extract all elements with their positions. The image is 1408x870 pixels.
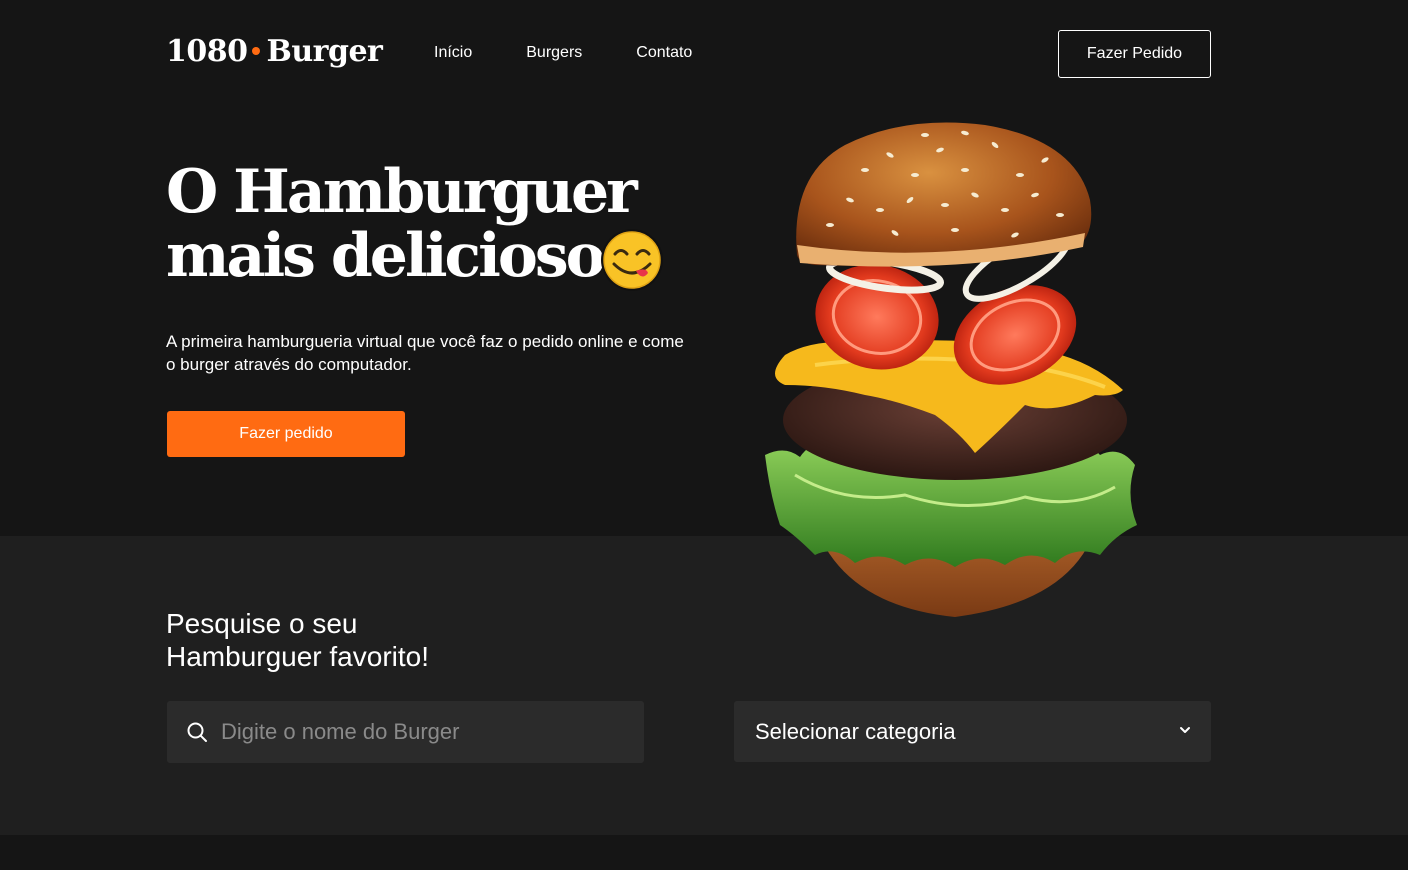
hero-order-button[interactable]: Fazer pedido — [167, 411, 405, 457]
search-section — [0, 536, 1408, 835]
hero-title-line1: O Hamburguer — [166, 157, 638, 227]
nav-burgers[interactable]: Burgers — [526, 44, 582, 62]
search-title-line1: Pesquise o seu — [166, 608, 358, 639]
logo-dot — [251, 47, 260, 55]
site-header: 1080 Burger Início Burgers Contato Fazer… — [0, 0, 1408, 108]
hero-subtitle: A primeira hamburgueria virtual que você… — [166, 332, 684, 374]
nav-inicio[interactable]: Início — [434, 44, 472, 62]
chevron-down-icon — [1180, 727, 1190, 733]
header-order-button[interactable]: Fazer Pedido — [1058, 30, 1211, 78]
category-select[interactable]: Selecionar categoria — [734, 701, 1211, 762]
search-input[interactable] — [221, 719, 621, 745]
nav-contato[interactable]: Contato — [636, 44, 692, 62]
search-title: Pesquise o seu Hamburguer favorito! — [166, 607, 566, 673]
main-nav: Início Burgers Contato — [434, 44, 692, 62]
logo-number: 1080 — [166, 34, 248, 69]
logo-word: Burger — [266, 34, 383, 69]
search-field[interactable] — [167, 701, 644, 763]
category-select-label: Selecionar categoria — [755, 718, 956, 744]
burger-image — [765, 122, 1137, 617]
search-title-line2: Hamburguer favorito! — [166, 641, 430, 672]
search-icon — [187, 722, 207, 742]
face-savoring-food-icon — [601, 229, 663, 291]
hero-title-line2: mais delicioso. — [166, 221, 623, 291]
logo[interactable]: 1080 Burger — [166, 34, 383, 69]
